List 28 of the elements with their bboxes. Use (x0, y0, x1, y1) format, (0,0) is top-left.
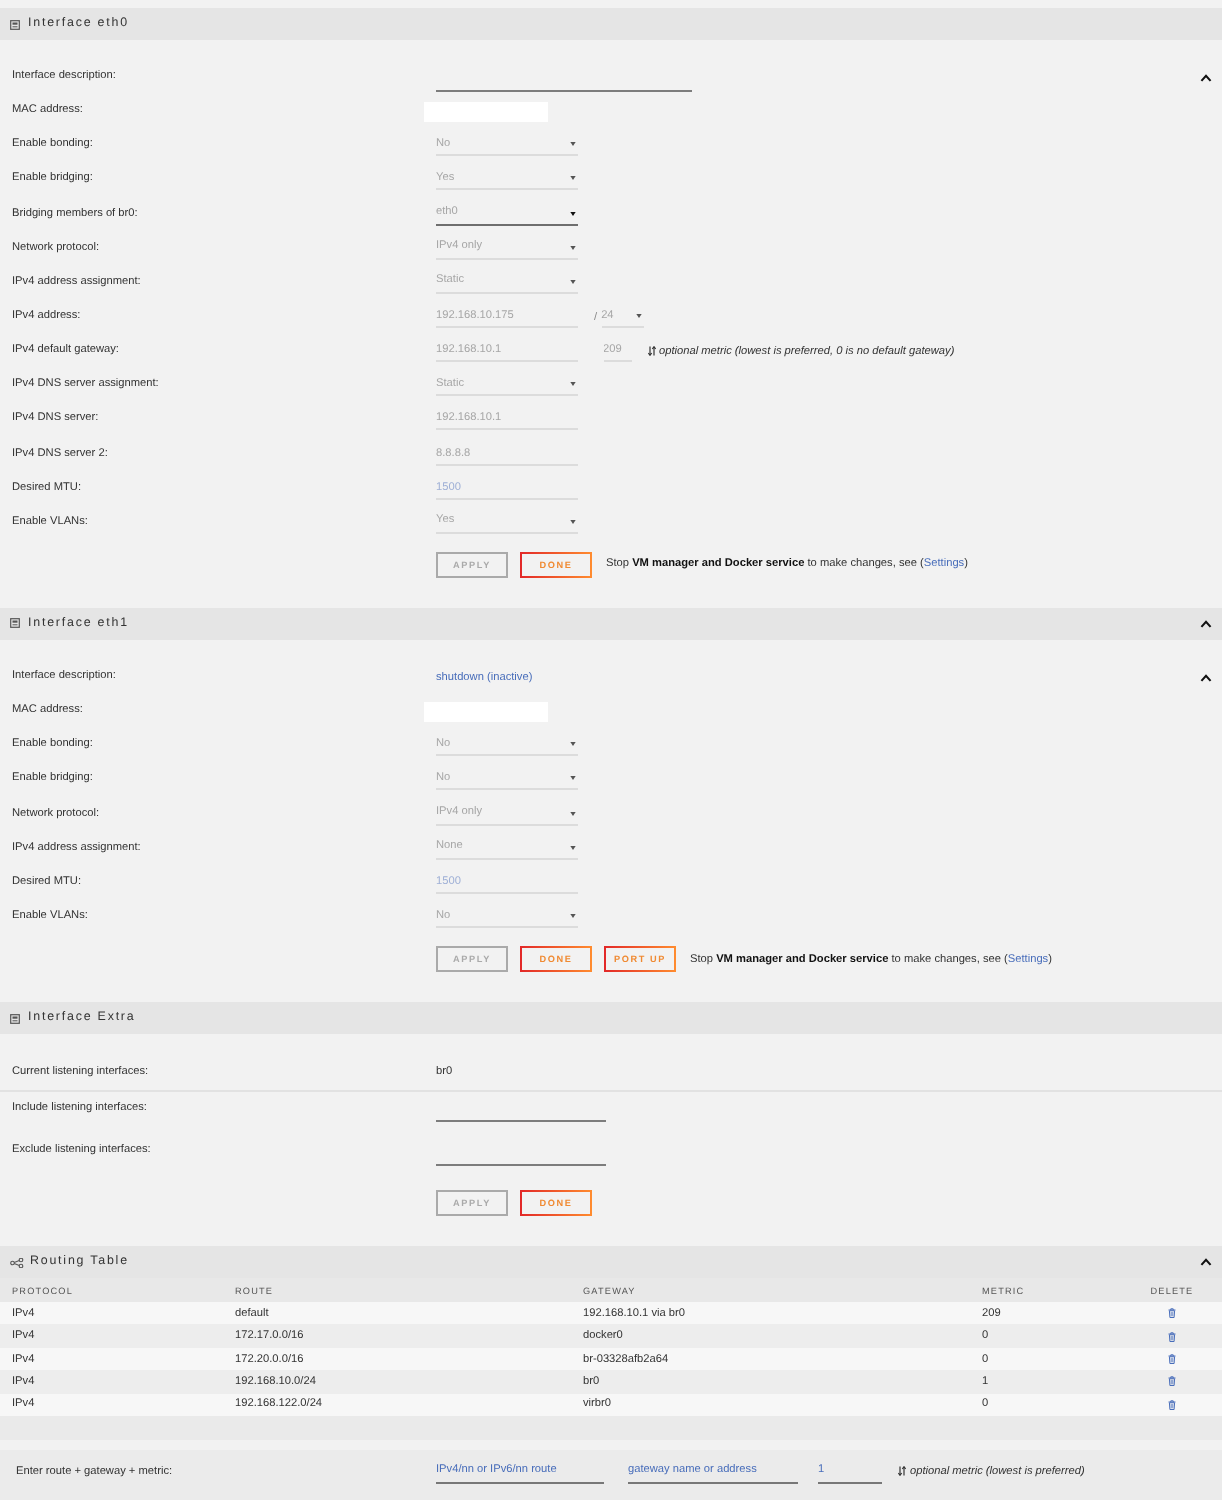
chevron-up-icon[interactable] (1200, 73, 1212, 82)
caret-icon (570, 211, 576, 216)
chevron-up-icon[interactable] (1200, 1258, 1212, 1267)
caret-icon (570, 845, 576, 850)
device-icon (10, 618, 20, 629)
sort-arrows-icon (898, 1466, 906, 1477)
caret-icon (570, 811, 576, 816)
trash-icon[interactable] (1168, 1376, 1176, 1387)
caret-icon (570, 382, 576, 387)
network-nodes-icon (10, 1257, 24, 1268)
caret-icon (570, 776, 576, 781)
chevron-up-icon[interactable] (1200, 619, 1212, 628)
chevron-up-icon[interactable] (1200, 673, 1212, 682)
sort-arrows-icon (647, 346, 655, 357)
caret-icon (570, 742, 576, 747)
caret-icon (570, 519, 576, 524)
trash-icon[interactable] (1168, 1354, 1176, 1365)
caret-icon (570, 245, 576, 250)
device-icon (10, 19, 20, 29)
caret-icon (570, 142, 576, 147)
trash-icon[interactable] (1168, 1308, 1176, 1319)
caret-icon (635, 314, 642, 319)
caret-icon (570, 176, 576, 181)
caret-icon (570, 279, 576, 284)
trash-icon[interactable] (1168, 1399, 1176, 1410)
device-icon (10, 1013, 20, 1024)
trash-icon[interactable] (1168, 1331, 1176, 1342)
caret-icon (570, 914, 576, 919)
